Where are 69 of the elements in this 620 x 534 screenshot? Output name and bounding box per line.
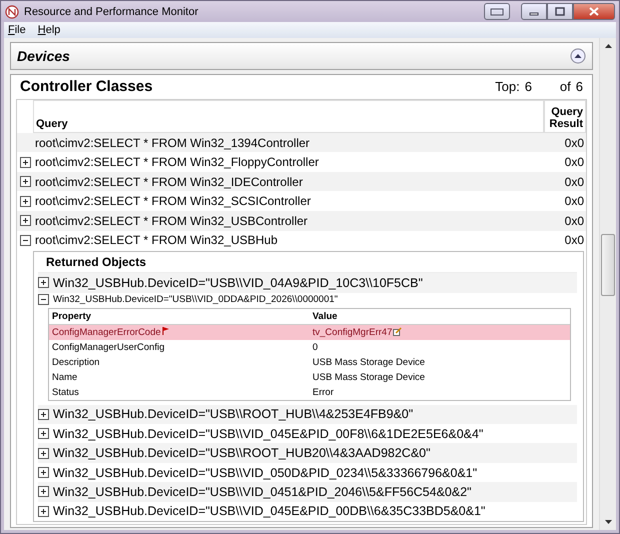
property-value: USB Mass Storage Device xyxy=(312,372,425,383)
property-value: USB Mass Storage Device xyxy=(312,356,425,368)
expand-icon[interactable] xyxy=(38,277,49,288)
minimize-button[interactable] xyxy=(521,3,547,20)
column-header[interactable]: Value xyxy=(310,310,570,322)
expand-icon[interactable] xyxy=(38,506,49,517)
property-value: 0 xyxy=(312,342,318,353)
menu-item[interactable]: Help xyxy=(38,24,60,36)
expand-icon[interactable] xyxy=(38,486,49,498)
scroll-up-icon[interactable] xyxy=(604,44,612,48)
window-icon xyxy=(490,8,504,16)
expand-icon[interactable] xyxy=(38,408,49,420)
collapse-icon[interactable] xyxy=(20,234,30,246)
expand-icon[interactable] xyxy=(38,448,49,459)
property-name: Description xyxy=(52,356,100,368)
expand-icon[interactable] xyxy=(20,156,30,168)
object-item[interactable]: Win32_USBHub.DeviceID="USB\\VID_045E&PID_00DB\\6&35C33BD5&0&1" xyxy=(53,504,486,518)
object-item[interactable]: Win32_USBHub.DeviceID="USB\\VID_0DDA&PID_2026\\0000001" xyxy=(53,294,338,305)
property-value: tv_ConfigMgrErr47 xyxy=(312,326,392,338)
of-label: of xyxy=(560,79,571,94)
property-name: ConfigManagerErrorCode xyxy=(52,326,161,338)
scroll-thumb[interactable] xyxy=(601,234,615,296)
column-header[interactable]: Query Result xyxy=(544,100,586,133)
expand-icon[interactable] xyxy=(38,467,49,478)
section-title: Devices xyxy=(17,48,70,64)
column-header[interactable]: Query xyxy=(33,100,544,133)
property-value: Error xyxy=(312,386,334,398)
panel-title: Controller Classes xyxy=(20,78,153,96)
query-cell-text: root\cimv2:SELECT * FROM Win32_FloppyController xyxy=(34,155,320,170)
result-cell-text: 0x0 xyxy=(564,174,585,189)
top-label: Top: xyxy=(495,79,520,94)
result-cell-text: 0x0 xyxy=(564,233,585,248)
flag-icon xyxy=(162,326,169,335)
section-header[interactable]: Devices xyxy=(10,42,593,70)
property-name: ConfigManagerUserConfig xyxy=(52,342,164,353)
maximize-icon xyxy=(555,7,565,16)
result-cell-text: 0x0 xyxy=(564,194,585,208)
result-cell-text: 0x0 xyxy=(564,214,585,228)
object-item[interactable]: Win32_USBHub.DeviceID="USB\\VID_050D&PID_0234\\5&33366796&0&1" xyxy=(53,466,478,480)
close-button[interactable] xyxy=(573,3,615,20)
edit-icon[interactable] xyxy=(393,326,402,336)
scroll-down-icon[interactable] xyxy=(604,520,612,524)
expand-icon[interactable] xyxy=(20,176,30,188)
query-cell-text: root\cimv2:SELECT * FROM Win32_USBHub xyxy=(34,233,279,248)
menu-item[interactable]: File xyxy=(8,24,26,36)
query-cell-text: root\cimv2:SELECT * FROM Win32_USBController xyxy=(34,214,309,228)
column-header[interactable]: Property xyxy=(49,310,310,322)
result-cell-text: 0x0 xyxy=(564,155,585,170)
query-cell-text: root\cimv2:SELECT * FROM Win32_IDEController xyxy=(34,174,304,189)
object-item[interactable]: Win32_USBHub.DeviceID="USB\\VID_045E&PID_00F8\\6&1DE2E5E6&0&4" xyxy=(53,426,484,441)
app-icon xyxy=(5,4,19,18)
property-name: Name xyxy=(52,372,78,383)
total-count: 6 xyxy=(576,79,583,94)
switch-window-button[interactable] xyxy=(484,3,510,20)
maximize-button[interactable] xyxy=(547,3,573,20)
top-count: 6 xyxy=(524,79,532,94)
expand-icon[interactable] xyxy=(38,428,49,440)
section-title: Returned Objects xyxy=(46,255,146,270)
property-name: Status xyxy=(52,386,79,398)
close-icon xyxy=(589,7,599,16)
scrollbar[interactable] xyxy=(599,38,616,530)
window-title: Resource and Performance Monitor xyxy=(24,6,200,18)
query-cell-text: root\cimv2:SELECT * FROM Win32_1394Controller xyxy=(34,136,311,150)
result-cell-text: 0x0 xyxy=(564,136,585,150)
collapse-icon[interactable] xyxy=(570,48,586,64)
query-cell-text: root\cimv2:SELECT * FROM Win32_SCSIController xyxy=(34,194,312,208)
collapse-icon[interactable] xyxy=(38,294,49,305)
expand-icon[interactable] xyxy=(20,196,30,207)
expand-icon[interactable] xyxy=(20,215,30,226)
